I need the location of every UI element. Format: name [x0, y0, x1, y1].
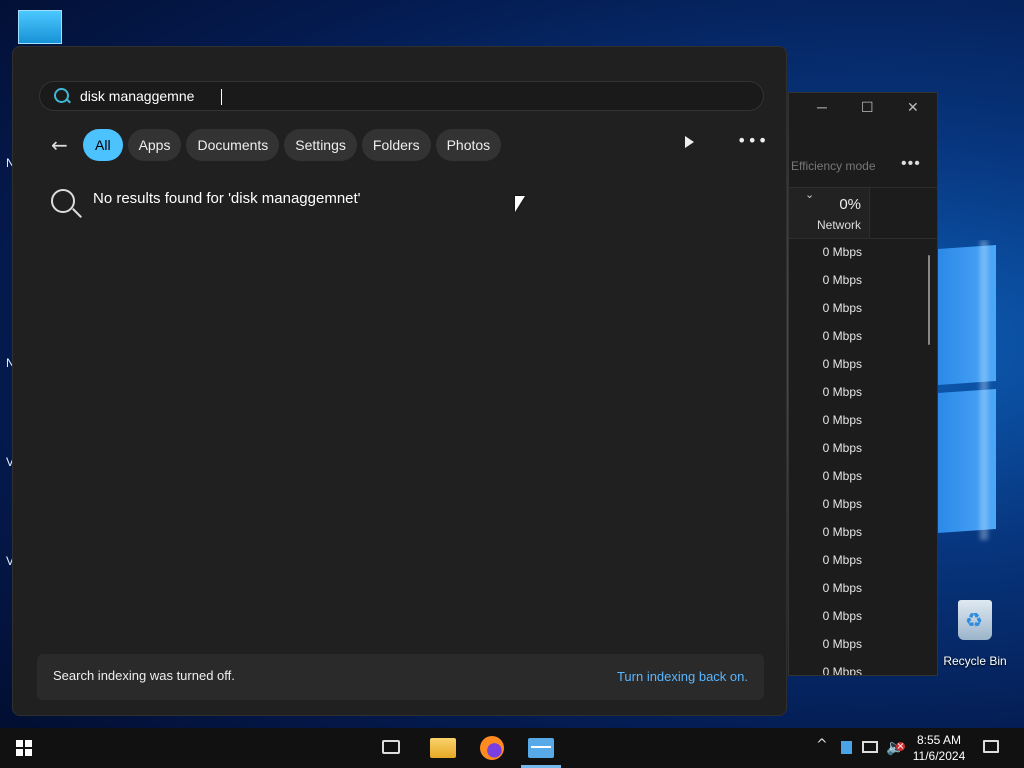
firefox-icon[interactable]: [480, 736, 504, 760]
network-header-label: Network: [816, 218, 861, 232]
search-input[interactable]: [80, 86, 730, 106]
volume-muted-icon[interactable]: 🔈: [886, 738, 905, 756]
table-row: 0 Mbps: [822, 441, 862, 455]
table-row: 0 Mbps: [822, 413, 862, 427]
search-box[interactable]: [39, 81, 764, 111]
table-row: 0 Mbps: [822, 637, 862, 651]
network-column-header[interactable]: ⌄ 0% Network: [789, 188, 870, 238]
table-row: 0 Mbps: [822, 581, 862, 595]
play-icon[interactable]: [685, 136, 694, 148]
maximize-button[interactable]: ☐: [861, 99, 874, 116]
efficiency-mode-button[interactable]: Efficiency mode: [791, 159, 876, 173]
filter-apps[interactable]: Apps: [127, 129, 182, 161]
table-row: 0 Mbps: [822, 525, 862, 539]
recycle-bin[interactable]: Recycle Bin: [942, 600, 1008, 668]
task-view-icon[interactable]: [382, 740, 400, 754]
search-icon: [54, 88, 69, 103]
more-options-icon[interactable]: •••: [737, 131, 768, 150]
table-row: 0 Mbps: [822, 245, 862, 259]
notifications-icon[interactable]: [983, 740, 999, 753]
back-arrow-icon[interactable]: ←: [51, 133, 68, 157]
table-row: 0 Mbps: [822, 385, 862, 399]
table-row: 0 Mbps: [822, 469, 862, 483]
clock-date: 11/6/2024: [912, 749, 966, 763]
recycle-bin-label: Recycle Bin: [943, 654, 1007, 668]
table-row: 0 Mbps: [822, 553, 862, 567]
table-row: 0 Mbps: [822, 357, 862, 371]
search-panel: ← All Apps Documents Settings Folders Ph…: [12, 46, 787, 716]
table-row: 0 Mbps: [822, 329, 862, 343]
more-options-icon[interactable]: •••: [901, 155, 921, 173]
this-pc-icon[interactable]: [18, 10, 62, 44]
filter-settings[interactable]: Settings: [284, 129, 357, 161]
windows-wallpaper-logo: [936, 240, 996, 550]
chevron-down-icon: ⌄: [805, 189, 815, 201]
network-icon[interactable]: [862, 741, 878, 753]
indexing-message: Search indexing was turned off.: [53, 668, 235, 683]
filter-all[interactable]: All: [83, 129, 123, 161]
recycle-bin-icon: [958, 600, 992, 640]
tray-app-icon[interactable]: [841, 741, 852, 754]
show-hidden-icons-chevron-icon[interactable]: ^: [816, 737, 828, 753]
file-explorer-icon[interactable]: [430, 738, 456, 758]
no-results-message: No results found for 'disk managgemnet': [93, 190, 361, 207]
mouse-cursor-icon: [515, 196, 525, 212]
text-caret: [221, 89, 222, 105]
indexing-notice: Search indexing was turned off. Turn ind…: [37, 654, 764, 700]
task-manager-window: ─ ☐ ✕ Efficiency mode ••• ⌄ 0% Network 0…: [788, 92, 938, 676]
filter-documents[interactable]: Documents: [186, 129, 280, 161]
system-clock[interactable]: 8:55 AM 11/6/2024: [906, 732, 972, 764]
close-button[interactable]: ✕: [907, 99, 919, 116]
filter-folders[interactable]: Folders: [361, 129, 431, 161]
start-button[interactable]: [16, 740, 32, 756]
minimize-button[interactable]: ─: [817, 99, 827, 115]
table-row: 0 Mbps: [822, 609, 862, 623]
search-icon: [51, 189, 75, 213]
turn-indexing-on-link[interactable]: Turn indexing back on.: [617, 669, 748, 684]
filter-photos[interactable]: Photos: [435, 129, 502, 161]
scrollbar[interactable]: [928, 255, 930, 345]
task-manager-icon[interactable]: [528, 738, 554, 758]
table-row: 0 Mbps: [822, 301, 862, 315]
taskbar: ^ 🔈 8:55 AM 11/6/2024: [0, 728, 1024, 768]
table-row: 0 Mbps: [822, 273, 862, 287]
search-filters: All Apps Documents Settings Folders Phot…: [83, 129, 502, 161]
network-column: 0 Mbps 0 Mbps 0 Mbps 0 Mbps 0 Mbps 0 Mbp…: [789, 238, 869, 676]
network-percent: 0%: [839, 196, 861, 213]
table-row: 0 Mbps: [822, 665, 862, 676]
table-row: 0 Mbps: [822, 497, 862, 511]
clock-time: 8:55 AM: [916, 733, 962, 747]
